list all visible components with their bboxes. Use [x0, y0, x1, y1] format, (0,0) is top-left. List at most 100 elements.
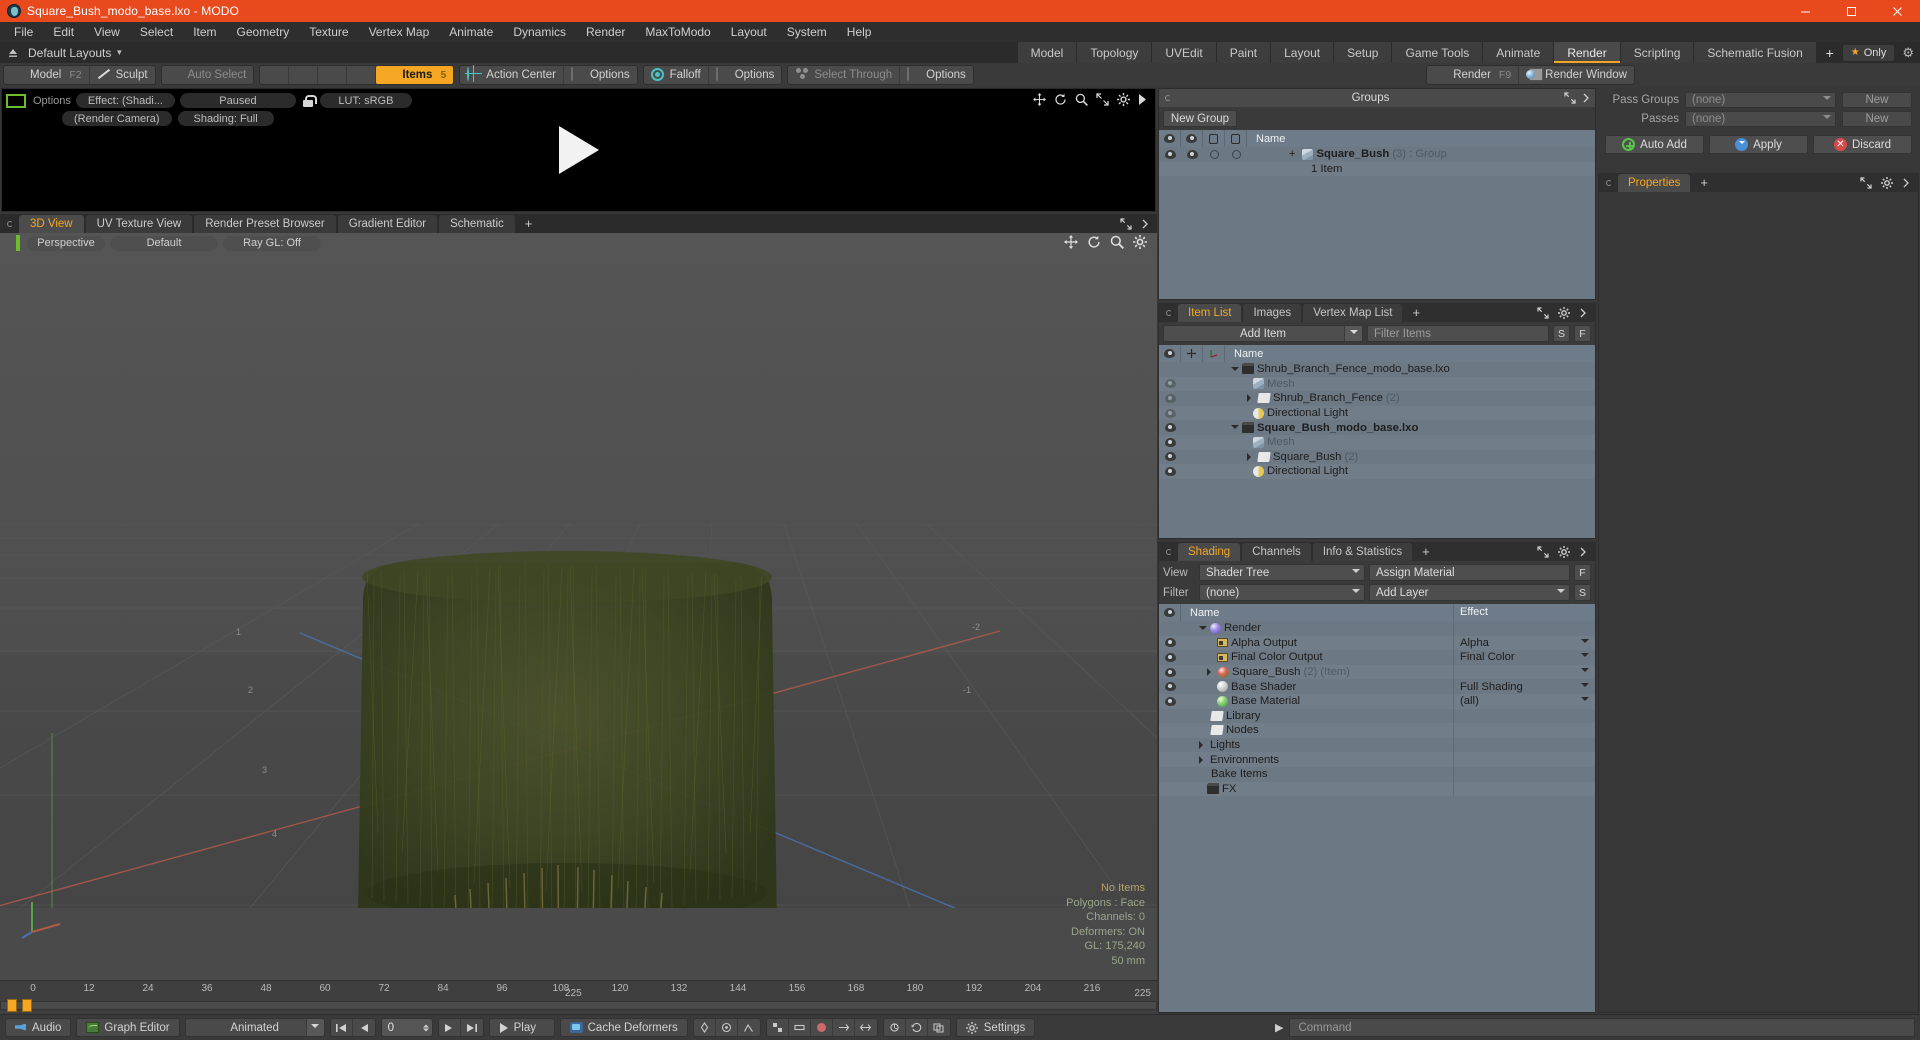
layout-tab-paint[interactable]: Paint	[1216, 42, 1272, 63]
menu-render[interactable]: Render	[576, 22, 635, 42]
tab-render-preset-browser[interactable]: Render Preset Browser	[194, 215, 336, 233]
ik-icon[interactable]	[738, 1019, 760, 1036]
expand-triangle-icon[interactable]	[1199, 625, 1207, 634]
panel-menu-icon[interactable]	[7, 221, 13, 227]
row-eye-toggle[interactable]	[1159, 650, 1181, 665]
add-item-dropdown[interactable]: Add Item	[1163, 325, 1363, 342]
range-a-icon[interactable]	[833, 1019, 855, 1036]
add-layer-dropdown[interactable]: Add Layer	[1369, 584, 1570, 601]
menu-dynamics[interactable]: Dynamics	[503, 22, 576, 42]
graph-editor-button[interactable]: Graph Editor	[76, 1018, 180, 1037]
filter-s-button[interactable]: S	[1553, 325, 1570, 342]
gear-icon[interactable]: ⚙	[1902, 45, 1914, 61]
table-row[interactable]: FX	[1159, 781, 1595, 797]
maximize-panel-icon[interactable]	[1537, 307, 1549, 319]
menu-item[interactable]: Item	[183, 22, 226, 42]
tab-info-statistics[interactable]: Info & Statistics	[1312, 543, 1413, 561]
tab-uv-texture-view[interactable]: UV Texture View	[85, 215, 193, 233]
row-eye-toggle[interactable]	[1159, 636, 1181, 651]
layout-tab-uvedit[interactable]: UVEdit	[1152, 42, 1217, 63]
tab-properties[interactable]: Properties	[1618, 174, 1691, 192]
expand-triangle-icon[interactable]	[1231, 366, 1239, 375]
menu-texture[interactable]: Texture	[299, 22, 358, 42]
row-shade-toggle[interactable]	[1181, 147, 1203, 162]
row-wire-toggle[interactable]	[1225, 147, 1247, 162]
table-row[interactable]: Library	[1159, 708, 1595, 724]
shader-effect-cell[interactable]	[1453, 737, 1595, 753]
panel-menu-icon[interactable]	[1606, 180, 1612, 186]
panel-chevron-icon[interactable]	[1902, 178, 1910, 188]
close-icon[interactable]	[1874, 0, 1920, 22]
row-eye-toggle[interactable]	[1159, 435, 1181, 450]
maximize-icon[interactable]	[1828, 0, 1874, 22]
assign-material-button[interactable]: Assign Material	[1369, 564, 1570, 581]
add-panel-tab-button[interactable]: +	[1692, 174, 1716, 192]
autokey-icon[interactable]	[716, 1019, 738, 1036]
menu-animate[interactable]: Animate	[439, 22, 503, 42]
tab-3d-view[interactable]: 3D View	[19, 215, 84, 233]
table-row[interactable]: Shrub_Branch_Fence (2)	[1159, 391, 1595, 406]
gear-icon[interactable]	[1558, 546, 1570, 558]
menu-vertex-map[interactable]: Vertex Map	[359, 22, 440, 42]
menu-select[interactable]: Select	[130, 22, 183, 42]
menu-edit[interactable]: Edit	[43, 22, 84, 42]
shader-effect-cell[interactable]: (all)	[1453, 693, 1595, 709]
edges-mode-button[interactable]	[289, 66, 319, 84]
shader-effect-cell[interactable]	[1453, 781, 1595, 797]
layout-selector[interactable]: Default Layouts ▼	[0, 46, 123, 60]
preview-options-label[interactable]: Options	[33, 95, 71, 107]
expand-triangle-icon[interactable]	[1231, 425, 1239, 433]
panel-chevron-icon[interactable]	[1579, 308, 1587, 318]
layout-tab-setup[interactable]: Setup	[1334, 42, 1393, 63]
layout-tab-topology[interactable]: Topology	[1077, 42, 1153, 63]
preview-state-button[interactable]: Paused	[179, 93, 296, 108]
pass-groups-dropdown[interactable]: (none)	[1685, 92, 1836, 108]
fit-icon[interactable]	[1096, 93, 1109, 106]
loop-icon[interactable]	[906, 1019, 928, 1036]
shading-f-button[interactable]: F	[1574, 564, 1591, 581]
unlock-icon[interactable]	[301, 94, 317, 108]
tab-gradient-editor[interactable]: Gradient Editor	[337, 215, 438, 233]
layout-tab-game-tools[interactable]: Game Tools	[1392, 42, 1484, 63]
preview-effect-dropdown[interactable]: Effect: (Shadi...	[75, 93, 175, 108]
maximize-panel-icon[interactable]	[1537, 546, 1549, 558]
items-mode-button[interactable]: Items 5	[376, 66, 454, 84]
render-camera-dropdown[interactable]: (Render Camera)	[62, 111, 172, 126]
panel-chevron-icon[interactable]	[1141, 219, 1149, 229]
snap-a-icon[interactable]	[767, 1019, 789, 1036]
key-icon[interactable]	[694, 1019, 716, 1036]
menu-layout[interactable]: Layout	[721, 22, 777, 42]
row-eye-toggle[interactable]	[1159, 377, 1181, 392]
layout-tab-animate[interactable]: Animate	[1483, 42, 1555, 63]
shader-view-dropdown[interactable]: Shader Tree	[1199, 564, 1365, 581]
add-panel-tab-button[interactable]: +	[1404, 304, 1428, 322]
play-icon[interactable]	[558, 126, 599, 174]
row-eye-toggle[interactable]	[1159, 679, 1181, 694]
table-row[interactable]: Lights	[1159, 737, 1595, 753]
timeline-range-bar[interactable]	[0, 1001, 1157, 1010]
zoom-icon[interactable]	[1075, 93, 1088, 106]
table-row[interactable]: Environments	[1159, 752, 1595, 767]
layout-tab-render[interactable]: Render	[1554, 42, 1621, 63]
materials-mode-button[interactable]	[347, 66, 377, 84]
gear-icon[interactable]	[1117, 93, 1130, 106]
new-pass-button[interactable]: New	[1842, 111, 1912, 127]
rotate-icon[interactable]	[1054, 93, 1067, 106]
render-button[interactable]: Render F9	[1427, 66, 1520, 84]
layout-tab-schematic-fusion[interactable]: Schematic Fusion	[1694, 42, 1817, 63]
step-back-icon[interactable]	[353, 1019, 375, 1036]
apply-button[interactable]: Apply	[1709, 135, 1808, 154]
move-icon[interactable]	[1033, 93, 1046, 106]
expand-triangle-icon[interactable]	[1207, 668, 1215, 677]
row-eye-toggle[interactable]	[1159, 420, 1181, 435]
table-row[interactable]: Mesh	[1159, 434, 1595, 450]
maximize-panel-icon[interactable]	[1120, 218, 1132, 230]
select-through-options-button[interactable]: Options	[900, 66, 973, 84]
filter-items-input[interactable]: Filter Items	[1367, 325, 1549, 342]
menu-system[interactable]: System	[777, 22, 837, 42]
table-row[interactable]: Square_Bush (2)	[1159, 449, 1595, 465]
tab-images[interactable]: Images	[1243, 304, 1302, 322]
filter-f-button[interactable]: F	[1574, 325, 1591, 342]
table-row[interactable]: 1 Item	[1159, 161, 1595, 177]
layout-tab-scripting[interactable]: Scripting	[1620, 42, 1695, 63]
